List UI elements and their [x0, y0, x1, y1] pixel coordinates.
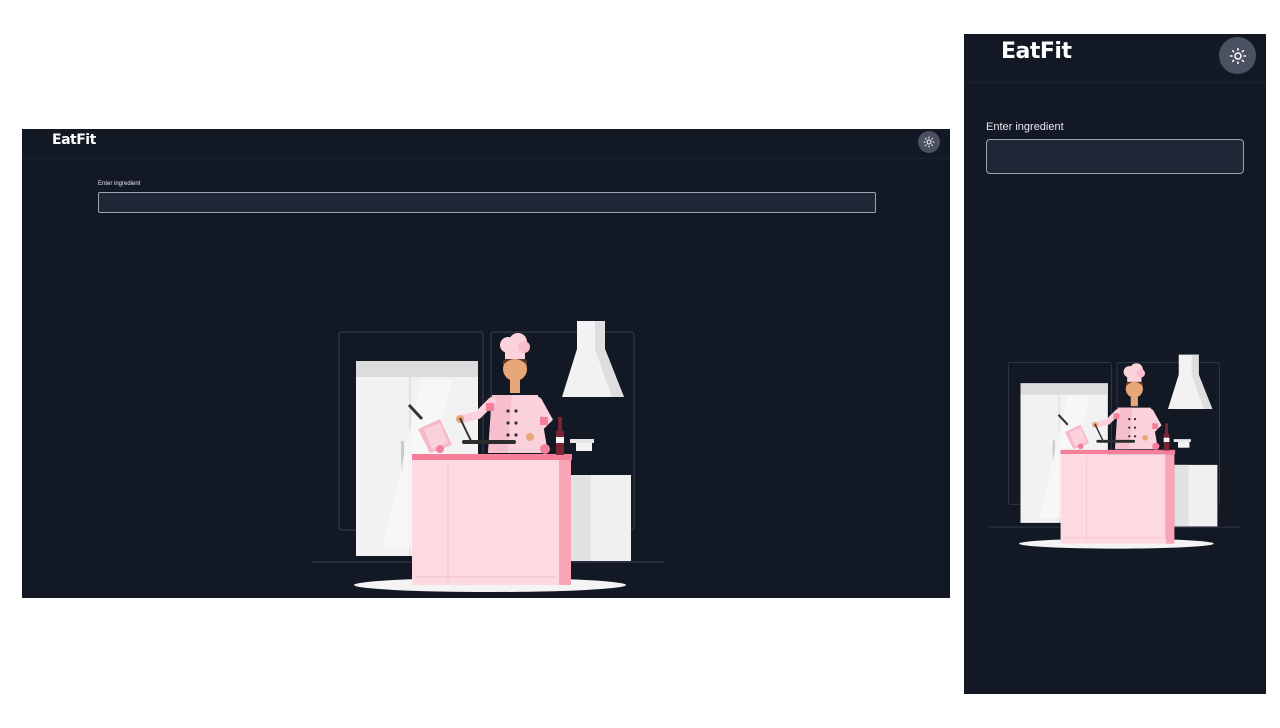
desktop-app-window: EatFit Enter ingredient — [22, 129, 950, 598]
app-logo[interactable]: EatFit — [1001, 39, 1072, 64]
app-logo[interactable]: EatFit — [52, 132, 96, 148]
ingredient-input[interactable] — [986, 139, 1244, 174]
navbar: EatFit — [22, 129, 950, 159]
theme-toggle-button[interactable] — [1219, 37, 1256, 74]
theme-toggle-button[interactable] — [918, 131, 940, 153]
chef-cooking-illustration — [989, 353, 1241, 551]
mobile-app-window: EatFit Enter ingredient — [964, 34, 1266, 694]
navbar: EatFit — [964, 34, 1266, 83]
sun-icon — [923, 136, 935, 148]
ingredient-label: Enter ingredient — [986, 121, 1064, 133]
sun-icon — [1229, 47, 1247, 65]
ingredient-input[interactable] — [98, 192, 876, 213]
chef-cooking-illustration — [312, 319, 664, 595]
ingredient-label: Enter ingredient — [98, 181, 141, 187]
